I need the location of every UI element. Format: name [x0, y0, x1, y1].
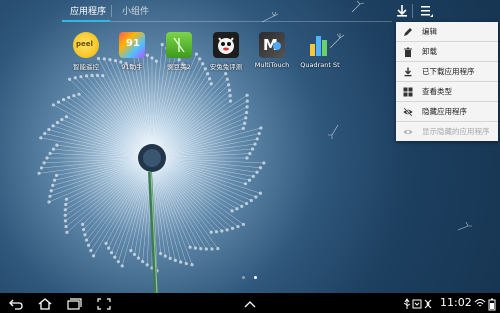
download-icon: [403, 67, 413, 77]
home-screen: 应用程序 小组件 peel 智能遥控 91 91助手 豌豆荚2 安兔兔评测 M …: [0, 0, 500, 313]
downloaded-apps-button[interactable]: [392, 2, 412, 20]
usb-icon: [403, 298, 411, 309]
tab-apps[interactable]: 应用程序: [70, 4, 106, 17]
mini-apps-tray-button[interactable]: [242, 296, 258, 310]
recent-apps-icon: [67, 298, 82, 310]
home-button[interactable]: [37, 296, 53, 310]
active-tab-indicator: [62, 20, 110, 22]
quadrant-app-icon: [307, 32, 333, 58]
back-button[interactable]: [8, 296, 24, 310]
wifi-icon: [474, 299, 486, 307]
trash-icon: [403, 47, 413, 57]
screenshot-button[interactable]: [96, 296, 112, 310]
tabbar-separator: [62, 21, 392, 22]
menu-item-label: 隐藏应用程序: [422, 107, 467, 116]
app-label: Quadrant St: [300, 61, 340, 69]
status-icons: [403, 296, 439, 310]
app-drawer-tabbar: 应用程序 小组件: [0, 0, 500, 22]
system-navigation-bar: 11:02: [0, 293, 500, 313]
menu-item-label: 已下载应用程序: [422, 67, 475, 76]
screenshot-icon: [97, 298, 111, 310]
antutu-app-icon: [213, 32, 239, 58]
status-indicators: [474, 296, 498, 311]
menu-icon: [421, 6, 433, 17]
menu-item-uninstall[interactable]: 卸载: [396, 42, 498, 62]
remote-app-icon: peel: [73, 32, 99, 58]
recent-apps-button[interactable]: [66, 296, 82, 310]
pencil-icon: [403, 27, 413, 37]
menu-item-view-type[interactable]: 查看类型: [396, 82, 498, 102]
menu-item-hide-apps[interactable]: 隐藏应用程序: [396, 102, 498, 122]
overflow-menu-button[interactable]: [416, 2, 436, 20]
grid-icon: [403, 87, 413, 97]
tab-widgets[interactable]: 小组件: [122, 4, 149, 17]
page-dot: [242, 276, 245, 279]
91-app-icon: 91: [119, 32, 145, 58]
download-icon: [397, 5, 407, 17]
page-dot-active: [254, 276, 257, 279]
status-clock: 11:02: [440, 296, 472, 309]
back-icon: [9, 299, 23, 310]
menu-item-label: 查看类型: [422, 87, 452, 96]
eye-icon: [403, 127, 413, 137]
wandoujia-app-icon: [166, 32, 192, 58]
menu-item-label: 编辑: [422, 27, 437, 36]
eye-off-icon: [403, 107, 413, 117]
menu-item-edit[interactable]: 编辑: [396, 22, 498, 42]
topbar-divider: [412, 4, 413, 18]
menu-item-label: 显示隐藏的应用程序: [422, 127, 490, 136]
tab-divider: [111, 5, 112, 17]
app-quadrant-standard[interactable]: Quadrant St: [292, 32, 348, 69]
chevron-up-icon: [244, 301, 256, 308]
home-icon: [38, 298, 52, 310]
nfc-icon: [424, 299, 432, 309]
menu-item-downloaded-apps[interactable]: 已下载应用程序: [396, 62, 498, 82]
overflow-menu: 编辑 卸载 已下载应用程序 查看类型 隐藏应用程序 显示隐藏的应用程序: [396, 22, 498, 141]
battery-icon: [488, 298, 496, 311]
multitouch-app-icon: M: [259, 32, 285, 58]
menu-item-show-hidden-apps[interactable]: 显示隐藏的应用程序: [396, 122, 498, 141]
menu-item-label: 卸载: [422, 47, 437, 56]
debug-icon: [412, 299, 422, 309]
